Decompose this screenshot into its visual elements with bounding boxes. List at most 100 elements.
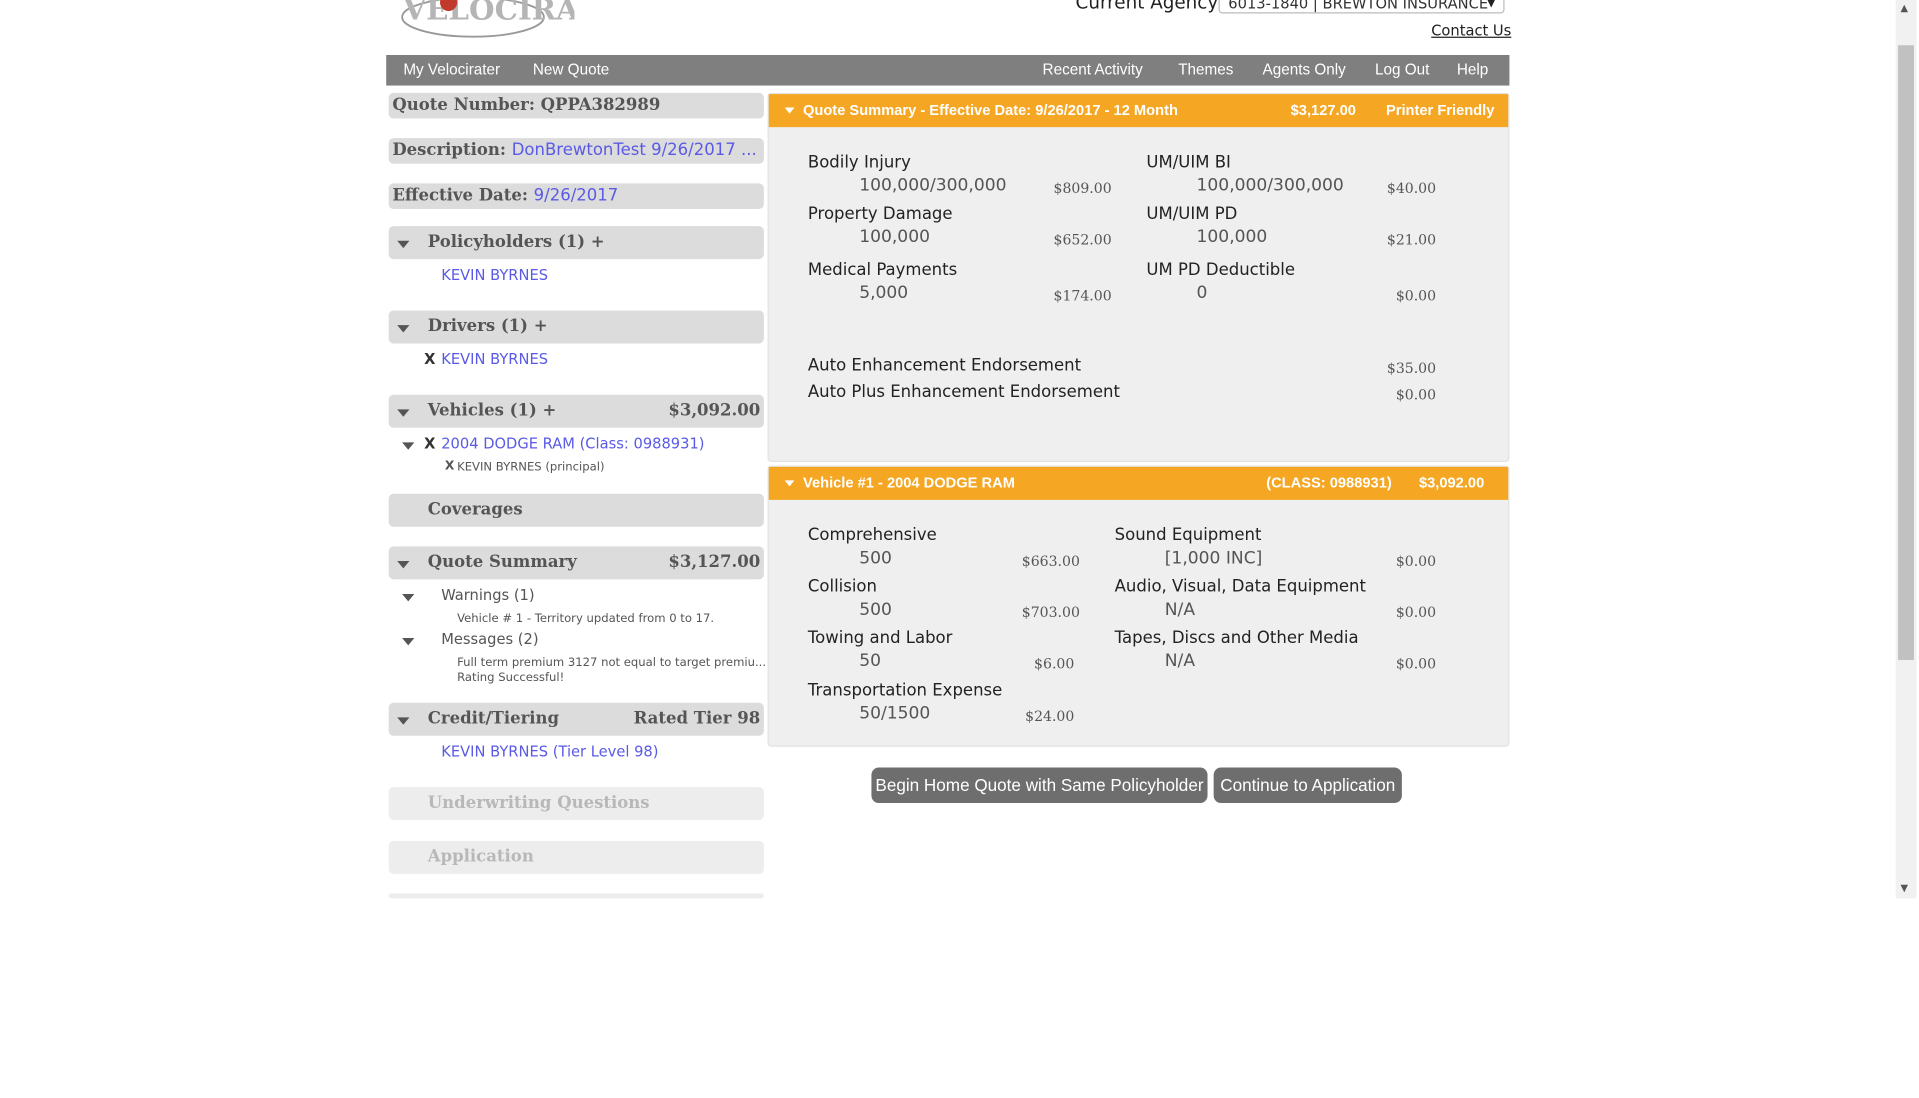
collapse-triangle-icon[interactable] xyxy=(784,480,795,487)
coverage-name: UM PD Deductible xyxy=(1146,260,1296,280)
drivers-header[interactable]: Drivers (1) + xyxy=(388,310,764,344)
coverage-name: Sound Equipment xyxy=(1114,525,1262,546)
coverage-value: 5,000 xyxy=(859,283,909,304)
collapse-triangle-icon[interactable] xyxy=(397,409,410,417)
nav-new-quote[interactable]: New Quote xyxy=(533,61,609,78)
vehicle-total: $3,092.00 xyxy=(1418,474,1485,492)
coverage-premium: $0.00 xyxy=(1395,287,1437,305)
vehicle-link[interactable]: 2004 DODGE RAM (Class: 0988931) xyxy=(441,435,704,452)
coverages-title[interactable]: Coverages xyxy=(428,494,523,527)
coverage-value: 50/1500 xyxy=(859,703,931,724)
drivers-title[interactable]: Drivers (1) + xyxy=(428,310,548,343)
coverage-name: Property Damage xyxy=(807,204,953,224)
application-header[interactable]: Application xyxy=(388,840,764,874)
credit-tier-link[interactable]: KEVIN BYRNES (Tier Level 98) xyxy=(441,743,658,760)
collapse-triangle-icon[interactable] xyxy=(397,560,410,569)
coverage-premium: $21.00 xyxy=(1386,230,1437,249)
quote-summary-header[interactable]: Quote Summary $3,127.00 xyxy=(388,546,764,580)
remove-vehicle-driver-icon[interactable]: X xyxy=(445,460,454,473)
coverage-value: 100,000 xyxy=(859,227,930,247)
scroll-up-icon[interactable]: ▲ xyxy=(1901,2,1909,13)
collapse-triangle-icon[interactable] xyxy=(397,717,410,725)
messages-title[interactable]: Messages (2) xyxy=(441,631,538,648)
description-header: Description: DonBrewtonTest 9/26/2017 ..… xyxy=(388,138,764,164)
underwriting-title[interactable]: Underwriting Questions xyxy=(428,787,650,820)
nav-log-out[interactable]: Log Out xyxy=(1375,61,1429,78)
remove-vehicle-icon[interactable]: X xyxy=(424,435,435,452)
coverage-name: Tapes, Discs and Other Media xyxy=(1114,628,1359,648)
message-text: Rating Successful! xyxy=(457,670,565,685)
quote-summary-panel-header[interactable]: Quote Summary - Effective Date: 9/26/201… xyxy=(768,94,1509,128)
coverage-premium: $0.00 xyxy=(1395,603,1437,621)
quote-number-label: Quote Number: xyxy=(392,95,535,115)
continue-to-application-button[interactable]: Continue to Application xyxy=(1213,767,1402,803)
effective-date-label: Effective Date: xyxy=(392,185,528,206)
nav-recent-activity[interactable]: Recent Activity xyxy=(1043,61,1143,78)
nav-agents-only[interactable]: Agents Only xyxy=(1263,61,1346,78)
vehicles-amount: $3,092.00 xyxy=(668,400,761,421)
coverages-header[interactable]: Coverages xyxy=(388,493,764,527)
coverage-premium: $652.00 xyxy=(1053,230,1112,249)
collapse-triangle-icon[interactable] xyxy=(397,240,410,249)
warnings-title[interactable]: Warnings (1) xyxy=(441,587,534,604)
coverage-premium: $6.00 xyxy=(1034,655,1075,673)
coverage-value: N/A xyxy=(1164,651,1196,671)
collapse-triangle-icon[interactable] xyxy=(784,107,795,114)
velocirater-logo[interactable]: VELOCIRATER xyxy=(397,0,646,49)
application-title[interactable]: Application xyxy=(428,841,534,874)
coverage-value: N/A xyxy=(1164,600,1196,620)
agency-value: 6013-1840 | BREWTON INSURANCE xyxy=(1228,0,1489,13)
coverage-name: Transportation Expense xyxy=(807,680,1003,701)
quote-summary-amount: $3,127.00 xyxy=(668,552,761,572)
collapse-triangle-icon[interactable] xyxy=(402,637,415,646)
coverage-value: 500 xyxy=(859,600,892,620)
nav-my-velocirater[interactable]: My Velocirater xyxy=(403,61,500,78)
collapse-triangle-icon[interactable] xyxy=(397,325,410,333)
credit-tiering-header[interactable]: Credit/Tiering Rated Tier 98 xyxy=(388,702,764,736)
description-link[interactable]: DonBrewtonTest 9/26/2017 ... xyxy=(512,141,757,161)
policyholder-link[interactable]: KEVIN BYRNES xyxy=(441,266,548,283)
coverage-value: 0 xyxy=(1196,283,1208,304)
policyholders-header[interactable]: Policyholders (1) + xyxy=(388,226,764,260)
coverage-name: Comprehensive xyxy=(807,525,937,546)
coverage-premium: $703.00 xyxy=(1021,603,1080,621)
scroll-down-icon[interactable]: ▼ xyxy=(1901,882,1909,893)
vehicle-panel-header[interactable]: Vehicle #1 - 2004 DODGE RAM (CLASS: 0988… xyxy=(768,466,1509,500)
coverage-name: Bodily Injury xyxy=(807,152,911,173)
quote-number-header: Quote Number: QPPA382989 xyxy=(388,92,764,119)
top-nav: My Velocirater New Quote Recent Activity… xyxy=(386,54,1510,86)
policyholders-title[interactable]: Policyholders (1) + xyxy=(428,226,605,259)
endorsement-name: Auto Plus Enhancement Endorsement xyxy=(807,382,1120,403)
coverage-value: 50 xyxy=(859,651,881,671)
vehicles-title[interactable]: Vehicles (1) + xyxy=(428,395,557,428)
printer-friendly-link[interactable]: Printer Friendly xyxy=(1386,94,1494,127)
summary-total: $3,127.00 xyxy=(1290,101,1356,119)
description-label: Description: xyxy=(392,140,506,161)
scrollbar-thumb[interactable] xyxy=(1898,45,1914,660)
credit-tiering-title[interactable]: Credit/Tiering xyxy=(428,703,559,736)
endorsement-premium: $35.00 xyxy=(1386,359,1437,377)
page-scrollbar[interactable]: ▲ ▼ xyxy=(1895,0,1917,899)
coverage-premium: $663.00 xyxy=(1021,552,1080,570)
coverage-name: Audio, Visual, Data Equipment xyxy=(1114,576,1366,597)
remove-driver-icon[interactable]: X xyxy=(424,351,435,368)
vehicles-header[interactable]: Vehicles (1) + $3,092.00 xyxy=(388,394,764,428)
nav-themes[interactable]: Themes xyxy=(1178,61,1233,78)
underwriting-questions-header[interactable]: Underwriting Questions xyxy=(388,787,764,821)
quote-summary-title[interactable]: Quote Summary xyxy=(428,546,577,579)
summary-panel-title: Quote Summary - Effective Date: 9/26/201… xyxy=(802,101,1178,119)
begin-home-quote-button[interactable]: Begin Home Quote with Same Policyholder xyxy=(871,767,1208,803)
collapse-triangle-icon[interactable] xyxy=(402,593,415,602)
chevron-down-icon: ▼ xyxy=(1486,0,1496,10)
coverage-name: Collision xyxy=(807,576,877,597)
vehicle-panel: Vehicle #1 - 2004 DODGE RAM (CLASS: 0988… xyxy=(767,465,1510,747)
effective-date-header: Effective Date: 9/26/2017 xyxy=(388,183,764,209)
coverage-premium: $24.00 xyxy=(1025,707,1075,725)
effective-date-link[interactable]: 9/26/2017 xyxy=(534,186,619,206)
coverage-name: UM/UIM BI xyxy=(1146,152,1231,173)
contact-us-link[interactable]: Contact Us xyxy=(1431,22,1511,39)
agency-select[interactable]: 6013-1840 | BREWTON INSURANCE ▼ xyxy=(1218,0,1505,14)
collapse-triangle-icon[interactable] xyxy=(402,442,415,450)
driver-link[interactable]: KEVIN BYRNES xyxy=(441,351,548,368)
nav-help[interactable]: Help xyxy=(1457,61,1488,78)
